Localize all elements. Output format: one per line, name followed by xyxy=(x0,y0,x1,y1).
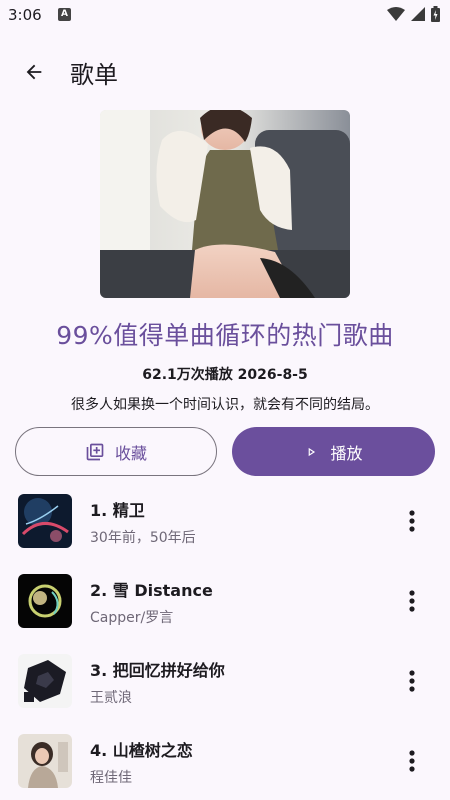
play-button-label: 播放 xyxy=(330,443,363,463)
back-button[interactable] xyxy=(14,52,54,92)
more-options-button[interactable] xyxy=(398,585,426,617)
song-title: 4. 山楂树之恋 xyxy=(90,741,193,760)
song-thumbnail xyxy=(18,654,72,708)
app-bar: 歌单 xyxy=(0,44,450,100)
song-title: 2. 雪 Distance xyxy=(90,581,213,600)
more-options-button[interactable] xyxy=(398,745,426,777)
song-row[interactable]: 4. 山楂树之恋 程佳佳 xyxy=(0,727,450,800)
song-row[interactable]: 2. 雪 Distance Capper/罗言 xyxy=(0,567,450,647)
more-vert-icon xyxy=(409,590,415,612)
play-button[interactable]: 播放 xyxy=(232,427,435,476)
playlist-title: 99%值得单曲循环的热门歌曲 xyxy=(56,321,394,350)
more-options-button[interactable] xyxy=(398,505,426,537)
notification-icon: A xyxy=(58,8,71,21)
collect-button-label: 收藏 xyxy=(114,443,147,463)
play-icon xyxy=(309,447,316,456)
song-list: 1. 精卫 30年前，50年后 2. 雪 Distance Capper/罗言 xyxy=(0,487,450,800)
battery-icon xyxy=(431,6,440,22)
song-thumbnail xyxy=(18,734,72,788)
playlist-meta: 62.1万次播放 2026-8-5 xyxy=(142,367,308,383)
more-options-button[interactable] xyxy=(398,665,426,697)
song-title: 1. 精卫 xyxy=(90,501,145,520)
wifi-icon xyxy=(387,7,405,21)
song-subtitle: 30年前，50年后 xyxy=(90,530,196,546)
song-subtitle: 王贰浪 xyxy=(90,690,132,706)
song-thumbnail xyxy=(18,494,72,548)
song-subtitle: 程佳佳 xyxy=(90,770,132,786)
song-row[interactable]: 1. 精卫 30年前，50年后 xyxy=(0,487,450,567)
more-vert-icon xyxy=(409,670,415,692)
arrow-back-icon xyxy=(26,64,42,80)
signal-icon xyxy=(411,7,425,21)
song-thumbnail xyxy=(18,574,72,628)
add-to-library-icon xyxy=(86,443,104,460)
playlist-description: 很多人如果换一个时间认识，就会有不同的结局。 xyxy=(71,397,379,413)
status-icons xyxy=(387,6,440,22)
more-vert-icon xyxy=(409,750,415,772)
status-bar: 3:06 A xyxy=(0,0,450,30)
more-vert-icon xyxy=(409,510,415,532)
playlist-cover-image xyxy=(100,110,350,298)
status-time: 3:06 xyxy=(8,6,42,24)
song-row[interactable]: 3. 把回忆拼好给你 王贰浪 xyxy=(0,647,450,727)
song-title: 3. 把回忆拼好给你 xyxy=(90,661,225,680)
page-title: 歌单 xyxy=(70,61,118,89)
song-subtitle: Capper/罗言 xyxy=(90,610,174,626)
collect-button[interactable]: 收藏 xyxy=(15,427,217,476)
